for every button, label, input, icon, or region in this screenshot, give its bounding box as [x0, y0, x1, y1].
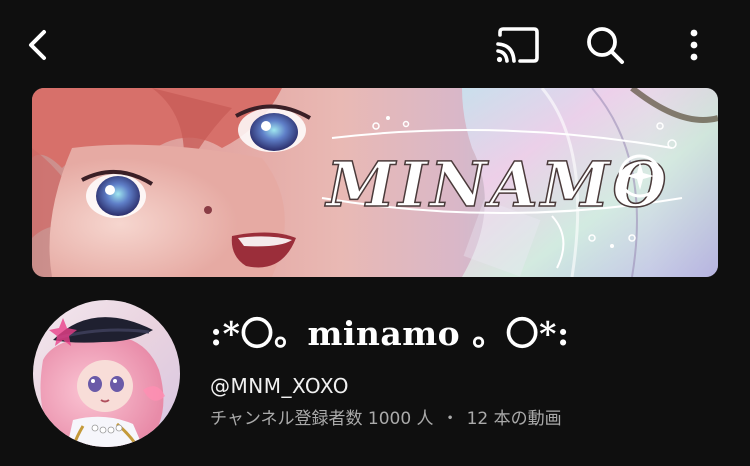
channel-banner: MINAMO — [32, 88, 718, 277]
channel-handle: @MNM_XOXO — [210, 374, 350, 398]
stats-separator: ・ — [441, 409, 459, 429]
top-app-bar — [0, 0, 750, 88]
cast-button[interactable] — [489, 17, 545, 73]
search-button[interactable] — [577, 17, 633, 73]
more-options-button[interactable] — [666, 17, 722, 73]
back-button[interactable] — [10, 17, 66, 73]
subscriber-count: チャンネル登録者数 1000 人 — [210, 409, 434, 429]
cast-icon — [496, 27, 539, 63]
banner-logo-text: MINAMO — [324, 148, 669, 221]
channel-name: :*〇。minamo 。〇*: — [210, 314, 570, 353]
channel-avatar[interactable] — [33, 300, 180, 447]
banner-artwork: MINAMO — [32, 88, 718, 277]
more-vertical-icon — [690, 29, 698, 61]
channel-stats: チャンネル登録者数 1000 人・ 12 本の動画 — [210, 407, 730, 431]
video-count: 12 本の動画 — [466, 409, 562, 429]
channel-info: :*〇。minamo 。〇*: @MNM_XOXO チャンネル登録者数 1000… — [210, 312, 730, 431]
avatar-image — [33, 300, 180, 447]
search-icon — [587, 27, 624, 64]
chevron-left-icon — [29, 30, 46, 60]
